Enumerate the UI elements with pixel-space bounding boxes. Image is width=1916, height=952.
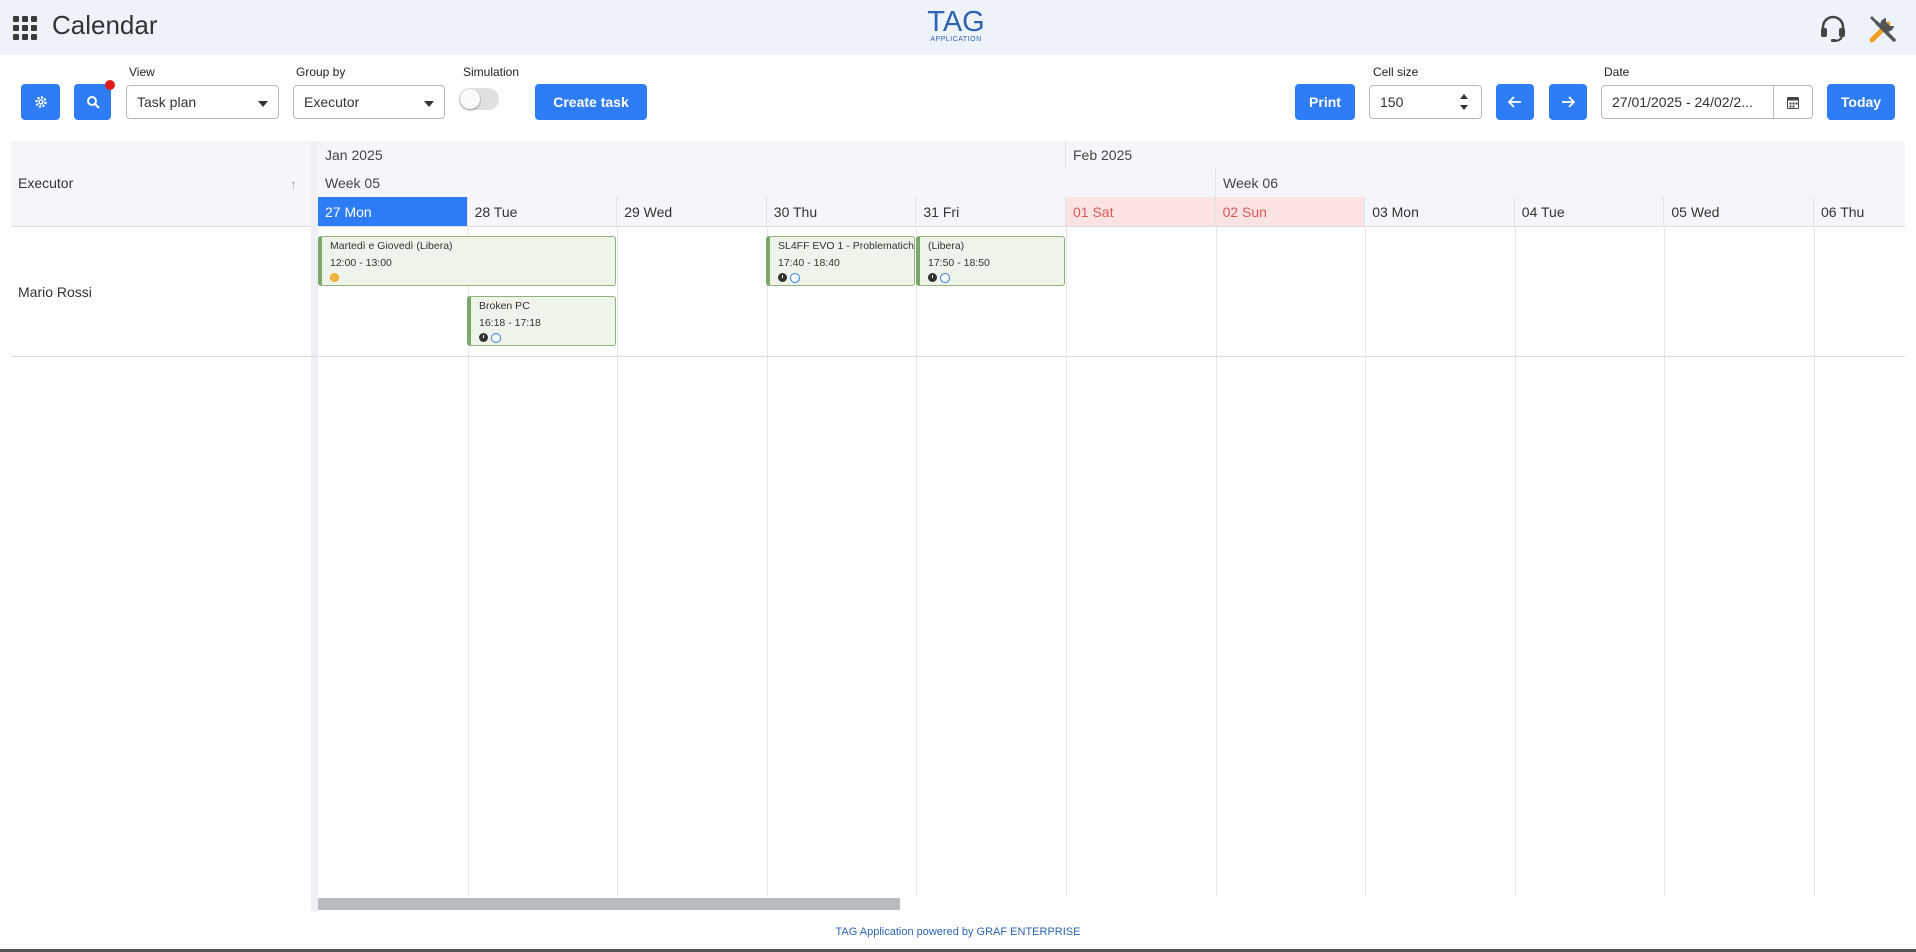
task-title: Broken PC	[479, 300, 530, 312]
next-period-button[interactable]	[1549, 84, 1587, 120]
day-header-cell: 04 Tue	[1515, 197, 1665, 226]
executor-header-label: Executor	[18, 175, 74, 191]
chevron-down-icon	[424, 101, 434, 107]
footer-credit: TAG Application powered by GRAF ENTERPRI…	[835, 926, 1081, 938]
task-card[interactable]: Martedì e Giovedì (Libera) 12:00 - 13:00	[318, 236, 616, 286]
page-title: Calendar	[52, 10, 158, 40]
arrow-right-icon	[1562, 96, 1575, 108]
create-task-button[interactable]: Create task	[535, 84, 647, 120]
day-header-cell: 02 Sun	[1215, 197, 1366, 226]
sort-arrow-up-icon[interactable]: ↑	[290, 176, 302, 192]
task-title: (Libera)	[928, 240, 965, 252]
logo-text: TAG	[927, 6, 985, 38]
cell-size-stepper[interactable]: 150	[1369, 85, 1482, 119]
group-by-select-value: Executor	[304, 94, 360, 110]
week-label: Week 06	[1223, 175, 1278, 191]
week-header-row: Week 05 Week 06	[318, 169, 1905, 198]
day-column-line	[916, 226, 918, 896]
day-column-line	[1514, 226, 1516, 896]
day-header-cell: 05 Wed	[1664, 197, 1814, 226]
tools-icon[interactable]	[1864, 10, 1900, 46]
task-card[interactable]: Broken PC 16:18 - 17:18	[467, 296, 616, 346]
clock-icon	[778, 273, 787, 282]
task-time: 17:40 - 18:40	[778, 257, 840, 269]
status-circle-icon	[491, 333, 501, 343]
logo-subtext: APPLICATION	[930, 36, 982, 43]
task-time: 12:00 - 13:00	[330, 257, 392, 269]
task-time: 16:18 - 17:18	[479, 317, 541, 329]
day-header-cell: 06 Thu	[1814, 197, 1916, 226]
headset-support-icon[interactable]	[1818, 13, 1848, 43]
day-header-cell: 03 Mon	[1365, 197, 1515, 226]
gear-icon	[34, 96, 47, 108]
day-header-row: 27 Mon 28 Tue 29 Wed 30 Thu 31 Fri 01 Sat 02 S…	[318, 197, 1905, 227]
cell-size-value: 150	[1380, 94, 1404, 110]
search-button[interactable]	[74, 84, 111, 120]
day-column-line	[1215, 226, 1217, 896]
filter-active-badge	[105, 80, 115, 90]
day-column-line	[1066, 226, 1067, 896]
calendar-icon	[1787, 96, 1799, 109]
view-select-value: Task plan	[137, 94, 197, 110]
day-column-line	[766, 226, 768, 896]
week-label: Week 05	[325, 175, 380, 191]
chevron-down-icon	[258, 101, 268, 107]
task-card[interactable]: (Libera) 17:50 - 18:50	[916, 236, 1065, 286]
print-button[interactable]: Print	[1295, 84, 1355, 120]
horizontal-scrollbar[interactable]	[318, 898, 900, 910]
day-column-line	[1664, 226, 1666, 896]
executor-row-label: Mario Rossi	[18, 284, 92, 300]
column-splitter[interactable]	[311, 141, 318, 911]
day-header-cell: 31 Fri	[916, 197, 1066, 226]
top-bar: Calendar TAG APPLICATION	[0, 0, 1916, 55]
day-column-line	[1365, 226, 1367, 896]
status-circle-icon	[940, 273, 950, 283]
arrow-left-icon	[1508, 96, 1521, 108]
clock-icon	[928, 273, 937, 282]
calendar-picker-button[interactable]	[1773, 86, 1812, 118]
row-divider	[11, 356, 1905, 357]
date-label: Date	[1604, 65, 1630, 79]
view-select[interactable]: Task plan	[126, 85, 279, 119]
day-header-cell: 30 Thu	[767, 197, 917, 226]
day-header-cell: 27 Mon	[318, 197, 468, 226]
clock-icon	[479, 333, 488, 342]
month-label: Feb 2025	[1073, 147, 1133, 163]
search-icon	[86, 96, 100, 109]
task-time: 17:50 - 18:50	[928, 257, 990, 269]
settings-button[interactable]	[21, 84, 60, 120]
group-by-select[interactable]: Executor	[293, 85, 445, 119]
day-column-line	[617, 226, 619, 896]
day-column-line	[1814, 226, 1815, 896]
toggle-knob	[460, 89, 480, 109]
view-label: View	[129, 65, 155, 79]
today-button[interactable]: Today	[1827, 84, 1895, 120]
group-by-label: Group by	[296, 65, 346, 79]
day-header-cell: 28 Tue	[468, 197, 618, 226]
previous-period-button[interactable]	[1496, 84, 1534, 120]
day-header-cell: 29 Wed	[617, 197, 767, 226]
task-card[interactable]: SL4FF EVO 1 - Problematich 17:40 - 18:40	[766, 236, 915, 286]
apps-grid-icon[interactable]	[13, 16, 37, 40]
status-sun-icon	[330, 273, 339, 282]
date-range-field[interactable]: 27/01/2025 - 24/02/2...	[1601, 85, 1813, 119]
month-header-row: Jan 2025 Feb 2025	[318, 141, 1905, 170]
simulation-label: Simulation	[463, 65, 520, 79]
task-title: SL4FF EVO 1 - Problematich	[778, 240, 914, 252]
simulation-toggle[interactable]	[459, 88, 499, 110]
tag-logo: TAG APPLICATION	[926, 8, 986, 44]
day-header-cell: 01 Sat	[1066, 197, 1216, 226]
date-range-value: 27/01/2025 - 24/02/2...	[1612, 94, 1753, 110]
task-title: Martedì e Giovedì (Libera)	[330, 240, 453, 252]
cell-size-label: Cell size	[1373, 65, 1419, 79]
status-circle-icon	[790, 273, 800, 283]
month-label: Jan 2025	[325, 147, 383, 163]
stepper-arrows-icon[interactable]	[1459, 91, 1469, 113]
